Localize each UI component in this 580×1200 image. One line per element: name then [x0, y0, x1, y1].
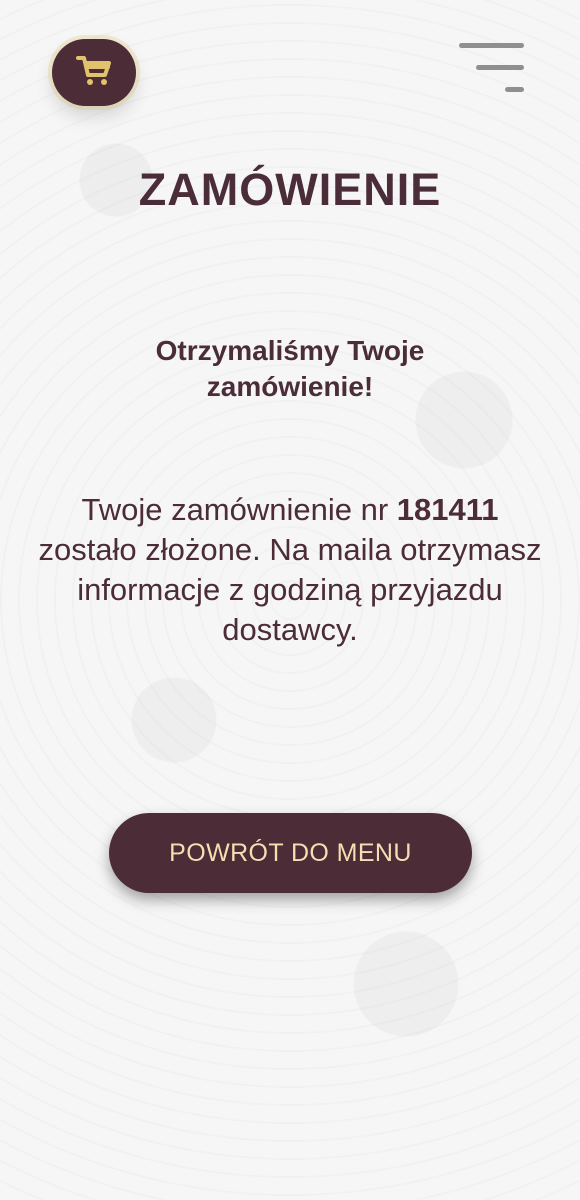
- hamburger-menu-icon-line: [476, 65, 524, 70]
- shopping-cart-icon: [76, 55, 112, 90]
- cart-button[interactable]: [52, 39, 136, 106]
- order-number: 181411: [396, 492, 499, 527]
- hamburger-menu-icon-line: [459, 43, 524, 48]
- order-message-prefix: Twoje zamównienie nr: [81, 492, 397, 527]
- order-confirmation-subtitle: Otrzymaliśmy Twoje zamówienie!: [155, 335, 425, 402]
- hamburger-menu-icon-line: [505, 87, 524, 92]
- back-to-menu-button[interactable]: POWRÓT DO MENU: [109, 813, 472, 893]
- order-confirmation-message: Twoje zamównienie nr 181411 zostało złoż…: [30, 490, 550, 650]
- page-title: ZAMÓWIENIE: [138, 164, 442, 215]
- hamburger-menu-button[interactable]: [459, 41, 527, 93]
- order-message-suffix: zostało złożone. Na maila otrzymasz info…: [38, 532, 542, 647]
